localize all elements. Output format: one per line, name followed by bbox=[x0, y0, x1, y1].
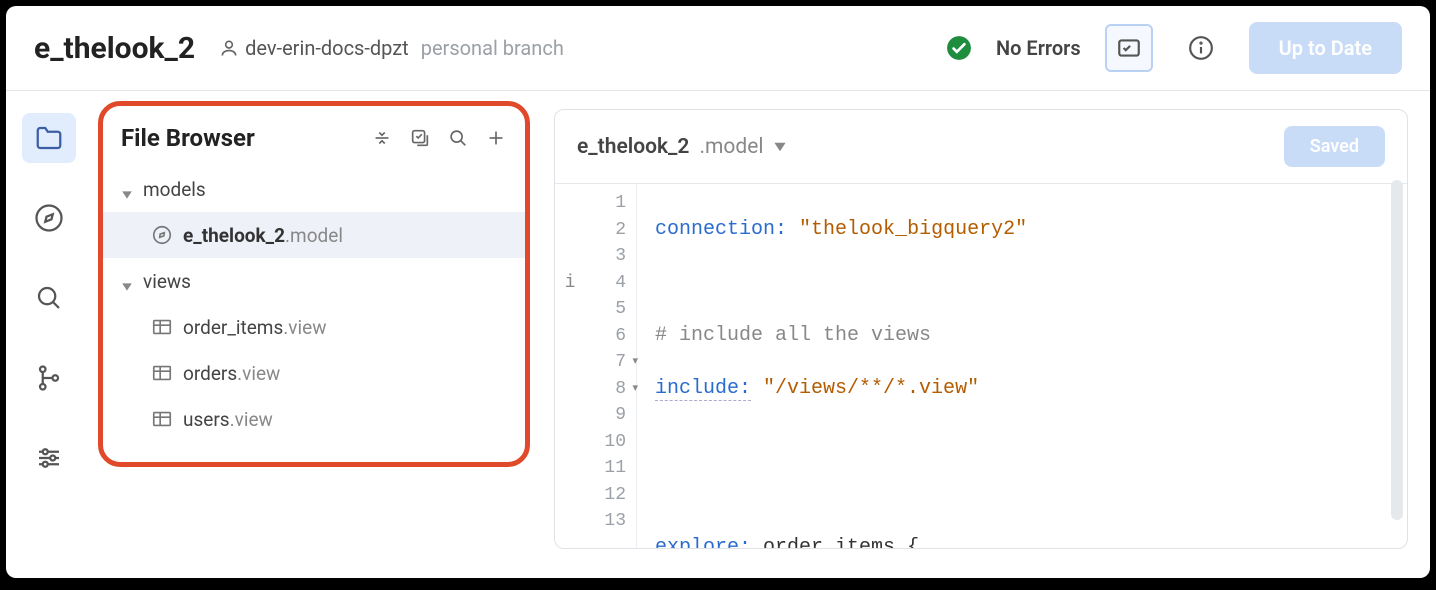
file-label: users.view bbox=[183, 408, 273, 431]
saved-button[interactable]: Saved bbox=[1284, 126, 1385, 167]
chevron-down-icon bbox=[121, 183, 133, 195]
header-bar: e_thelook_2 dev-erin-docs-dpzt personal … bbox=[6, 6, 1430, 91]
bulk-select-icon[interactable] bbox=[409, 127, 431, 149]
editor-filename[interactable]: e_thelook_2.model bbox=[577, 135, 787, 159]
file-label: e_thelook_2.model bbox=[183, 224, 343, 247]
collapse-icon[interactable] bbox=[371, 127, 393, 149]
code-lines[interactable]: connection: "thelook_bigquery2" # includ… bbox=[637, 184, 1407, 548]
branch-type-label: personal branch bbox=[421, 36, 564, 60]
no-errors-label: No Errors bbox=[996, 36, 1081, 60]
scrollbar[interactable] bbox=[1391, 180, 1403, 520]
rail-git[interactable] bbox=[22, 353, 76, 403]
file-tree: models e_thelook_2.model views order_ite… bbox=[103, 166, 525, 442]
branch-selector[interactable]: dev-erin-docs-dpzt personal branch bbox=[219, 36, 564, 60]
file-browser-panel: File Browser models bbox=[98, 101, 530, 467]
info-button[interactable] bbox=[1177, 24, 1225, 72]
chevron-down-icon bbox=[121, 275, 133, 287]
check-circle-icon bbox=[946, 35, 972, 61]
add-icon[interactable] bbox=[485, 127, 507, 149]
line-number-gutter: 12345678910111213 bbox=[585, 184, 637, 548]
code-editor: e_thelook_2.model Saved i 12345678910111… bbox=[554, 109, 1408, 549]
table-icon bbox=[151, 408, 173, 430]
file-e-thelook-2-model[interactable]: e_thelook_2.model bbox=[103, 212, 525, 258]
project-title: e_thelook_2 bbox=[34, 31, 195, 66]
file-browser-title: File Browser bbox=[121, 124, 371, 152]
rail-file-browser[interactable] bbox=[22, 113, 76, 163]
chevron-down-icon bbox=[773, 140, 787, 154]
user-icon bbox=[219, 38, 239, 58]
code-area[interactable]: i 12345678910111213 connection: "thelook… bbox=[555, 184, 1407, 548]
branch-name: dev-erin-docs-dpzt bbox=[245, 36, 409, 60]
rail-settings[interactable] bbox=[22, 433, 76, 483]
validate-button[interactable] bbox=[1105, 24, 1153, 72]
up-to-date-button[interactable]: Up to Date bbox=[1249, 22, 1402, 74]
compass-icon bbox=[151, 224, 173, 246]
left-rail bbox=[6, 91, 92, 578]
folder-label: views bbox=[143, 270, 191, 293]
search-icon[interactable] bbox=[447, 127, 469, 149]
table-icon bbox=[151, 316, 173, 338]
file-orders-view[interactable]: orders.view bbox=[103, 350, 525, 396]
file-order-items-view[interactable]: order_items.view bbox=[103, 304, 525, 350]
file-label: order_items.view bbox=[183, 316, 326, 339]
rail-explore[interactable] bbox=[22, 193, 76, 243]
folder-models[interactable]: models bbox=[103, 166, 525, 212]
file-label: orders.view bbox=[183, 362, 280, 385]
rail-search[interactable] bbox=[22, 273, 76, 323]
table-icon bbox=[151, 362, 173, 384]
file-users-view[interactable]: users.view bbox=[103, 396, 525, 442]
info-gutter: i bbox=[555, 184, 585, 548]
folder-views[interactable]: views bbox=[103, 258, 525, 304]
folder-label: models bbox=[143, 178, 206, 201]
